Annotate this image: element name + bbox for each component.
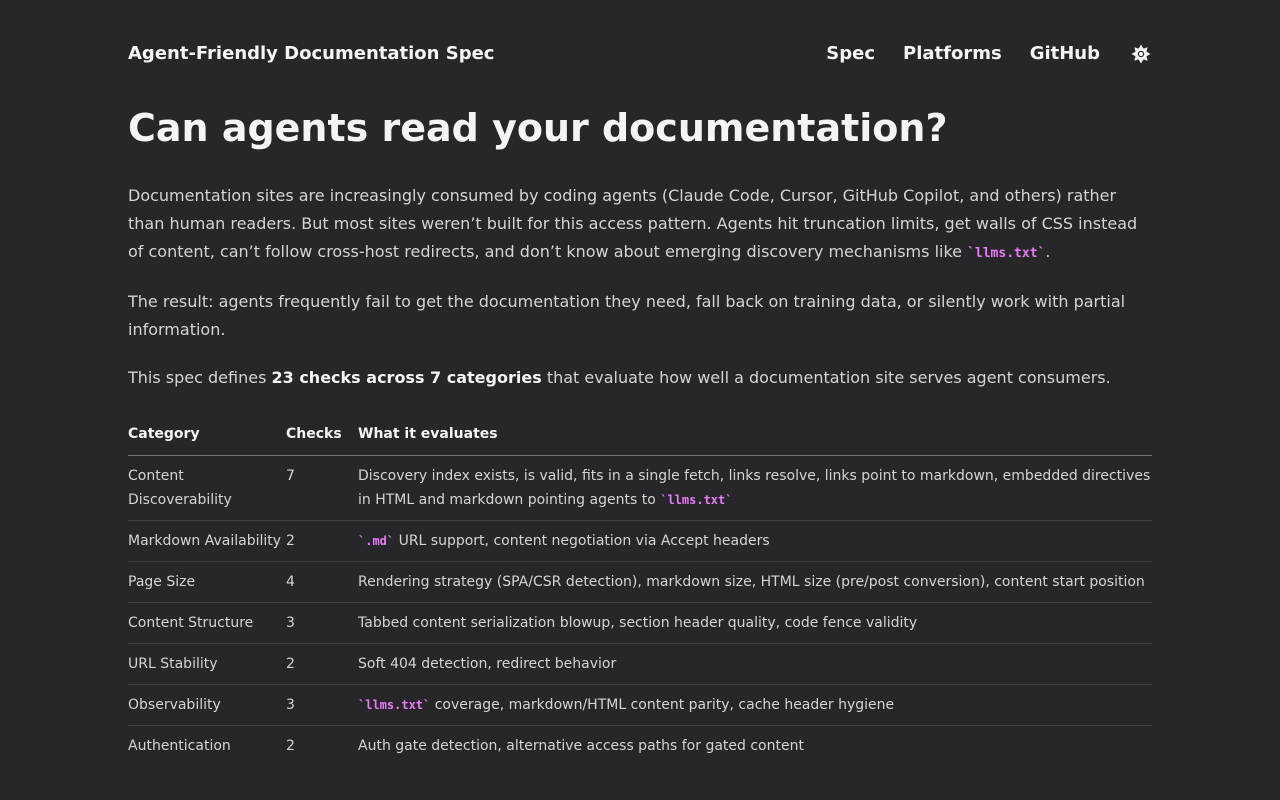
table-row: Markdown Availability 2 `.md` URL suppor… [128,520,1152,562]
summary-bold: 23 checks across 7 categories [271,368,542,387]
page: Agent-Friendly Documentation Spec Spec P… [128,0,1152,766]
cell-category: Content Structure [128,602,286,644]
summary-end: that evaluate how well a documentation s… [541,368,1111,387]
cell-checks: 3 [286,602,358,644]
cell-evaluates: Auth gate detection, alternative access … [358,726,1152,767]
table-row: Content Discoverability 7 Discovery inde… [128,455,1152,521]
main-nav: Spec Platforms GitHub [826,42,1152,66]
cell-text: Rendering strategy (SPA/CSR detection), … [358,574,1145,590]
cell-text: Discovery index exists, is valid, fits i… [358,468,1151,508]
cell-text: coverage, markdown/HTML content parity, … [430,697,895,713]
inline-code: `.md` [358,534,395,548]
cell-text: Tabbed content serialization blowup, sec… [358,615,918,631]
cell-evaluates: `llms.txt` coverage, markdown/HTML conte… [358,684,1152,726]
theme-toggle-button[interactable] [1130,43,1152,65]
table-row: Observability 3 `llms.txt` coverage, mar… [128,684,1152,726]
cell-checks: 7 [286,455,358,521]
col-checks: Checks [286,424,358,456]
col-category: Category [128,424,286,456]
cell-evaluates: Rendering strategy (SPA/CSR detection), … [358,561,1152,603]
cell-category: Observability [128,684,286,726]
cell-category: Page Size [128,561,286,603]
sun-icon [1131,44,1151,64]
inline-code: `llms.txt` [967,246,1046,261]
page-title: Can agents read your documentation? [128,106,948,150]
nav-spec[interactable]: Spec [826,42,875,66]
table-row: Authentication 2 Auth gate detection, al… [128,726,1152,767]
summary-start: This spec defines [128,368,272,387]
inline-code: `llms.txt` [660,493,733,507]
cell-text: Soft 404 detection, redirect behavior [358,656,617,672]
nav-github[interactable]: GitHub [1030,42,1100,66]
table-row: Page Size 4 Rendering strategy (SPA/CSR … [128,561,1152,603]
cell-evaluates: Soft 404 detection, redirect behavior [358,643,1152,685]
cell-checks: 3 [286,684,358,726]
cell-category: Markdown Availability [128,520,286,562]
site-title[interactable]: Agent-Friendly Documentation Spec [128,42,494,66]
cell-evaluates: `.md` URL support, content negotiation v… [358,520,1152,562]
inline-code: `llms.txt` [358,698,431,712]
summary-paragraph: This spec defines 23 checks across 7 cat… [128,364,1152,392]
cell-text: Auth gate detection, alternative access … [358,738,804,754]
result-paragraph: The result: agents frequently fail to ge… [128,292,1126,339]
cell-checks: 2 [286,643,358,685]
col-evaluates: What it evaluates [358,424,1152,456]
cell-checks: 4 [286,561,358,603]
intro-end: . [1045,242,1051,261]
categories-table: Category Checks What it evaluates Conten… [128,424,1152,766]
nav-platforms[interactable]: Platforms [903,42,1002,66]
cell-checks: 2 [286,738,295,754]
table-header-row: Category Checks What it evaluates [128,424,1152,456]
cell-evaluates: Tabbed content serialization blowup, sec… [358,602,1152,644]
intro-paragraph: Documentation sites are increasingly con… [128,182,1152,268]
table-row: Content Structure 3 Tabbed content seria… [128,602,1152,644]
cell-category: URL Stability [128,643,286,685]
cell-category: Authentication [128,738,231,754]
cell-category: Content Discoverability [128,455,286,521]
table-row: URL Stability 2 Soft 404 detection, redi… [128,643,1152,685]
cell-checks: 2 [286,520,358,562]
cell-text: URL support, content negotiation via Acc… [394,533,770,549]
cell-evaluates: Discovery index exists, is valid, fits i… [358,455,1152,521]
site-header: Agent-Friendly Documentation Spec Spec P… [128,0,1152,66]
